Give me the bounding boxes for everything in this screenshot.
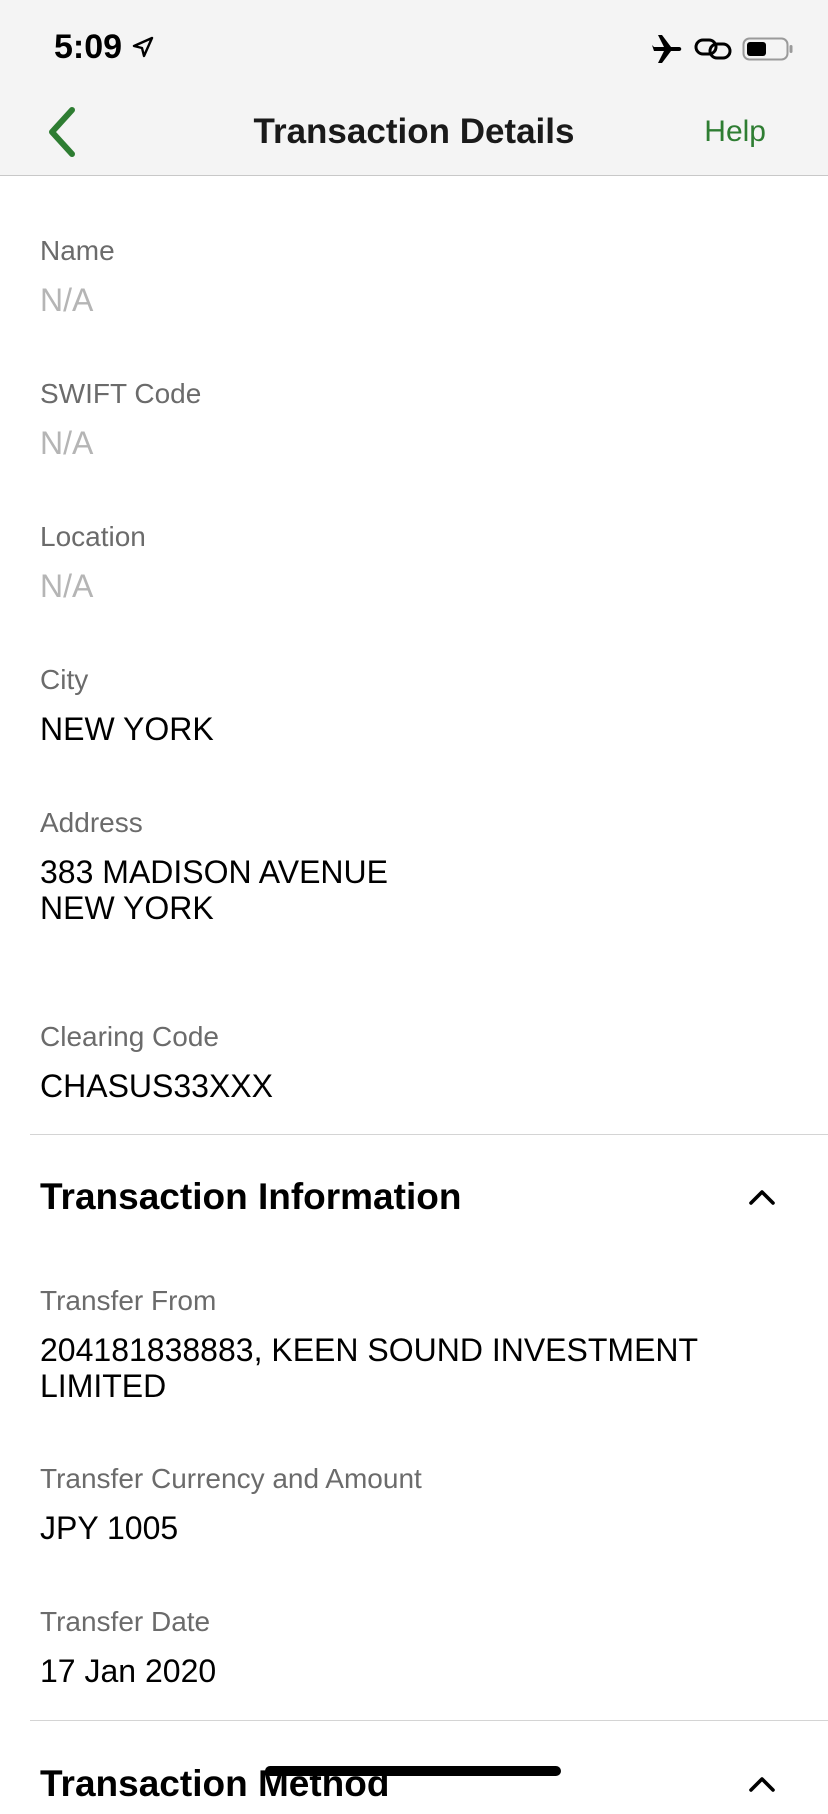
swift-code-value: N/A	[40, 425, 94, 461]
transfer-currency-amount-label: Transfer Currency and Amount	[40, 1463, 422, 1494]
transfer-from-field: Transfer From 204181838883, KEEN SOUND I…	[40, 1284, 788, 1404]
transfer-from-line-1: 204181838883, KEEN SOUND INVESTMENT	[40, 1332, 699, 1368]
address-line-2: NEW YORK	[40, 890, 214, 926]
name-label: Name	[40, 235, 115, 266]
address-value: 383 MADISON AVENUE NEW YORK	[40, 854, 788, 926]
home-indicator[interactable]	[265, 1766, 561, 1776]
transfer-date-value: 17 Jan 2020	[40, 1653, 217, 1689]
location-label: Location	[40, 521, 146, 552]
transaction-information-title: Transaction Information	[40, 1176, 462, 1217]
help-button[interactable]: Help	[704, 115, 766, 149]
transaction-information-header[interactable]: Transaction Information	[40, 1167, 788, 1227]
transfer-from-line-2: LIMITED	[40, 1368, 167, 1404]
address-label: Address	[40, 807, 143, 838]
swift-code-label: SWIFT Code	[40, 378, 202, 409]
transfer-currency-amount-value: JPY 1005	[40, 1510, 179, 1546]
status-time-text: 5:09	[54, 28, 123, 66]
battery-icon	[742, 36, 794, 67]
address-field: Address 383 MADISON AVENUE NEW YORK	[40, 806, 788, 926]
name-field: Name N/A	[40, 234, 788, 318]
address-line-1: 383 MADISON AVENUE	[40, 854, 388, 890]
location-value: N/A	[40, 568, 94, 604]
transfer-date-label: Transfer Date	[40, 1606, 211, 1637]
clearing-code-value: CHASUS33XXX	[40, 1068, 273, 1104]
transfer-date-field: Transfer Date 17 Jan 2020	[40, 1605, 788, 1689]
link-icon	[694, 36, 732, 67]
city-label: City	[40, 664, 89, 695]
top-bar: 5:09 Transaction Details Help	[0, 0, 828, 176]
section-divider	[30, 1720, 828, 1721]
city-value: NEW YORK	[40, 711, 214, 747]
transfer-from-label: Transfer From	[40, 1285, 217, 1316]
transaction-method-header[interactable]: Transaction Method	[40, 1754, 788, 1814]
status-icons	[652, 34, 794, 69]
section-divider	[30, 1134, 828, 1135]
clearing-code-label: Clearing Code	[40, 1021, 219, 1052]
location-arrow-icon	[132, 28, 154, 67]
location-field: Location N/A	[40, 520, 788, 604]
transfer-currency-amount-field: Transfer Currency and Amount JPY 1005	[40, 1462, 788, 1546]
status-bar-time: 5:09	[54, 28, 154, 67]
chevron-up-icon	[749, 1777, 775, 1792]
chevron-up-icon	[749, 1190, 775, 1205]
swift-code-field: SWIFT Code N/A	[40, 377, 788, 461]
city-field: City NEW YORK	[40, 663, 788, 747]
transfer-from-value: 204181838883, KEEN SOUND INVESTMENT LIMI…	[40, 1332, 788, 1404]
name-value: N/A	[40, 282, 94, 318]
airplane-icon	[652, 34, 684, 69]
clearing-code-field: Clearing Code CHASUS33XXX	[40, 1020, 788, 1104]
